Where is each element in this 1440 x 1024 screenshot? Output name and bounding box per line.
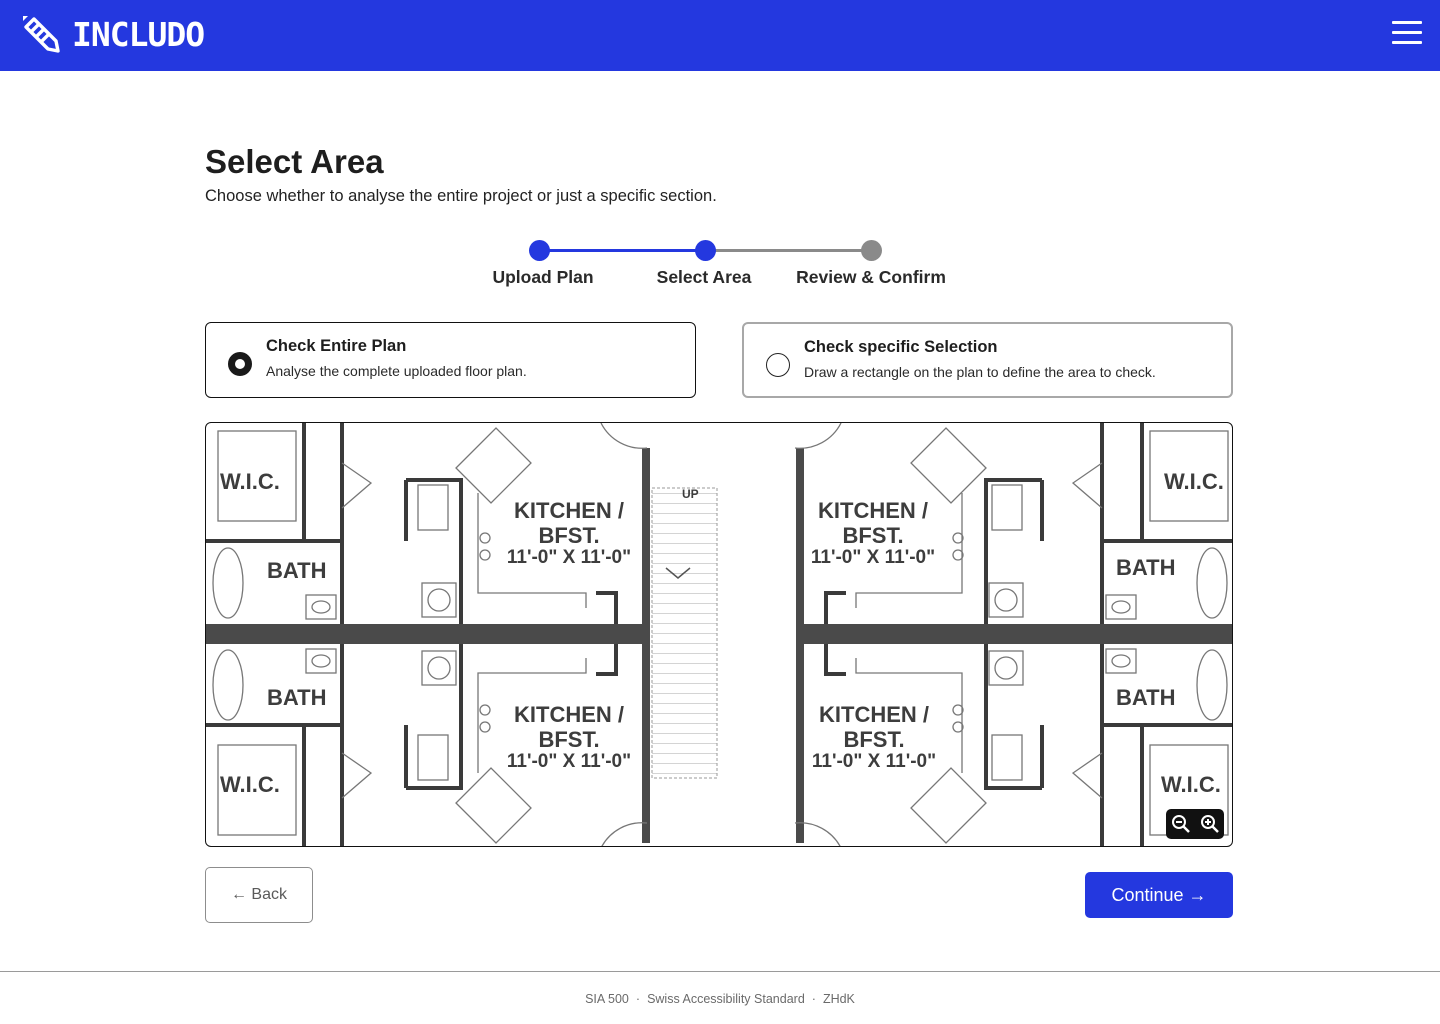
zoom-controls bbox=[1166, 809, 1224, 839]
svg-text:KITCHEN /: KITCHEN / bbox=[818, 498, 928, 523]
stepper-line-upcoming bbox=[706, 249, 872, 252]
radio-unselected-icon[interactable] bbox=[766, 353, 790, 377]
footer-divider bbox=[0, 971, 1440, 972]
hamburger-menu-icon[interactable] bbox=[1392, 21, 1422, 45]
step-dot-select-area bbox=[695, 240, 716, 261]
floor-plan-drawing[interactable]: W.I.C. W.I.C. W.I.C. W.I.C. BATH BATH BA… bbox=[206, 423, 1233, 847]
page-subtitle: Choose whether to analyse the entire pro… bbox=[205, 187, 717, 205]
svg-text:KITCHEN /: KITCHEN / bbox=[514, 498, 624, 523]
stair-label-up: UP bbox=[682, 487, 699, 501]
continue-button[interactable]: Continue → bbox=[1085, 872, 1233, 918]
svg-text:BFST.: BFST. bbox=[843, 727, 904, 752]
footer-item: Swiss Accessibility Standard bbox=[647, 992, 805, 1006]
svg-text:BFST.: BFST. bbox=[538, 727, 599, 752]
kitchen-label-bottom-right: KITCHEN / BFST. 11'-0" X 11'-0" bbox=[812, 702, 936, 772]
page-title: Select Area bbox=[205, 143, 384, 180]
radio-selected-icon[interactable] bbox=[228, 352, 252, 376]
room-label-bath: BATH bbox=[1116, 685, 1175, 710]
footer-separator: · bbox=[811, 992, 816, 1006]
logo-wordmark: INCLUDO bbox=[72, 14, 205, 54]
svg-text:KITCHEN /: KITCHEN / bbox=[514, 702, 624, 727]
svg-text:11'-0" X 11'-0": 11'-0" X 11'-0" bbox=[507, 751, 631, 772]
step-dot-upload-plan bbox=[529, 240, 550, 261]
kitchen-label-top-left: KITCHEN / BFST. 11'-0" X 11'-0" bbox=[507, 498, 631, 568]
svg-text:BFST.: BFST. bbox=[538, 523, 599, 548]
step-label-select-area: Select Area bbox=[656, 267, 752, 287]
floor-plan-walls bbox=[206, 423, 1232, 846]
stair-run bbox=[651, 487, 718, 779]
kitchen-label-bottom-left: KITCHEN / BFST. 11'-0" X 11'-0" bbox=[507, 702, 631, 772]
option-description: Draw a rectangle on the plan to define t… bbox=[804, 364, 1156, 380]
footer-item: SIA 500 bbox=[585, 992, 629, 1006]
room-label-bath: BATH bbox=[1116, 555, 1175, 580]
footer: SIA 500 · Swiss Accessibility Standard · ZHd… bbox=[0, 992, 1440, 1006]
room-label-bath: BATH bbox=[267, 685, 326, 710]
room-label-wic: W.I.C. bbox=[220, 469, 280, 494]
svg-text:11'-0" X 11'-0": 11'-0" X 11'-0" bbox=[507, 547, 631, 568]
step-label-review-confirm: Review & Confirm bbox=[796, 267, 946, 287]
room-label-wic: W.I.C. bbox=[1161, 772, 1221, 797]
svg-text:11'-0" X 11'-0": 11'-0" X 11'-0" bbox=[812, 751, 936, 772]
includo-logo[interactable]: INCLUDO bbox=[20, 12, 205, 56]
option-description: Analyse the complete uploaded floor plan… bbox=[266, 363, 527, 379]
kitchen-label-top-right: KITCHEN / BFST. 11'-0" X 11'-0" bbox=[811, 498, 935, 568]
footer-separator: · bbox=[635, 992, 641, 1006]
room-label-wic: W.I.C. bbox=[220, 772, 280, 797]
room-label-wic: W.I.C. bbox=[1164, 469, 1224, 494]
svg-text:BFST.: BFST. bbox=[842, 523, 903, 548]
stepper-line-complete bbox=[540, 249, 706, 252]
step-dot-review-confirm bbox=[861, 240, 882, 261]
svg-text:KITCHEN /: KITCHEN / bbox=[819, 702, 929, 727]
zoom-in-icon[interactable] bbox=[1195, 809, 1224, 839]
progress-stepper: Upload Plan Select Area Review & Confirm bbox=[470, 236, 970, 296]
floor-plan-viewer[interactable]: W.I.C. W.I.C. W.I.C. W.I.C. BATH BATH BA… bbox=[205, 422, 1233, 847]
back-button[interactable]: ← Back bbox=[205, 867, 313, 923]
footer-item: ZHdK bbox=[822, 992, 855, 1006]
option-title: Check Entire Plan bbox=[266, 337, 407, 355]
option-specific-selection[interactable]: Check specific Selection Draw a rectangl… bbox=[742, 322, 1233, 398]
option-title: Check specific Selection bbox=[804, 338, 998, 356]
pencil-ruler-logo-icon bbox=[23, 16, 60, 53]
svg-text:11'-0" X 11'-0": 11'-0" X 11'-0" bbox=[811, 547, 935, 568]
top-navigation-bar: INCLUDO bbox=[0, 0, 1440, 71]
step-label-upload-plan: Upload Plan bbox=[492, 267, 594, 287]
room-label-bath: BATH bbox=[267, 558, 326, 583]
option-entire-plan[interactable]: Check Entire Plan Analyse the complete u… bbox=[205, 322, 696, 398]
zoom-out-icon[interactable] bbox=[1166, 809, 1195, 839]
